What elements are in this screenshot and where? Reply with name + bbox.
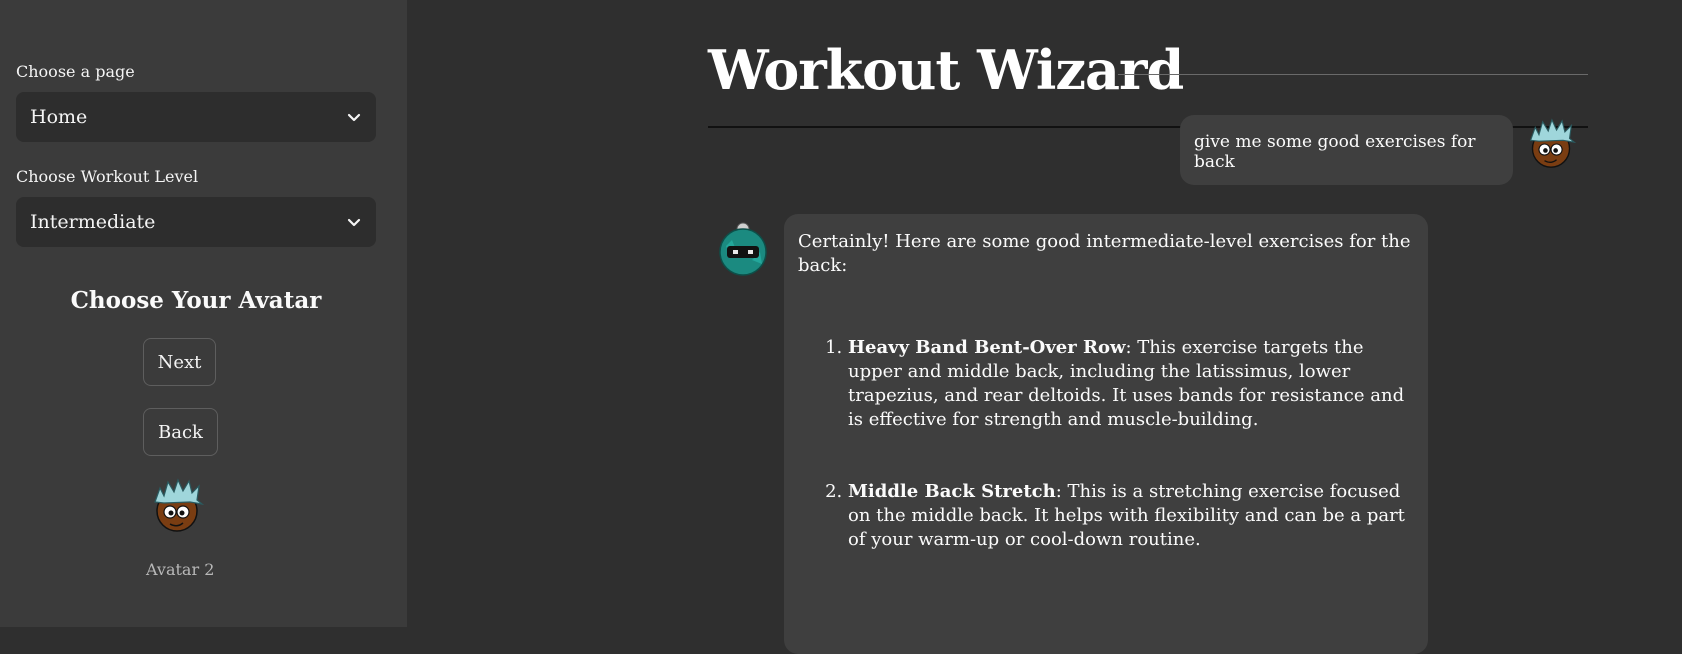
exercise-body: Heavy Band Bent-Over Row: This exercise …: [848, 336, 1414, 432]
chevron-down-icon: [347, 218, 361, 227]
list-item: Heavy Band Bent-Over Row: This exercise …: [848, 336, 1414, 432]
level-select-value: Intermediate: [30, 211, 156, 233]
bot-avatar-icon: [719, 222, 767, 276]
page-title: Workout Wizard: [708, 38, 1184, 102]
user-avatar-icon: [1529, 118, 1576, 168]
page-select-value: Home: [30, 106, 88, 128]
exercise-name: Middle Back Stretch: [848, 481, 1056, 502]
back-avatar-button[interactable]: Back: [143, 408, 218, 456]
level-select[interactable]: Intermediate: [16, 197, 376, 247]
list-item: Middle Back Stretch: This is a stretchin…: [848, 480, 1414, 552]
page-select-label: Choose a page: [16, 62, 135, 81]
title-rule: [1118, 74, 1588, 75]
exercise-name: Heavy Band Bent-Over Row: [848, 337, 1126, 358]
avatar-caption: Avatar 2: [146, 560, 215, 579]
sidebar: Choose a page Home Choose Workout Level …: [0, 0, 407, 627]
next-avatar-button[interactable]: Next: [143, 338, 216, 386]
avatar-preview-icon: [154, 478, 204, 532]
chevron-down-icon: [347, 113, 361, 122]
bot-message-bubble: Certainly! Here are some good intermedia…: [784, 214, 1428, 654]
user-message-text: give me some good exercises for back: [1194, 132, 1476, 172]
avatar-heading: Choose Your Avatar: [70, 287, 322, 314]
page-select[interactable]: Home: [16, 92, 376, 142]
bot-intro-text: Certainly! Here are some good intermedia…: [798, 231, 1411, 276]
exercise-body: Middle Back Stretch: This is a stretchin…: [848, 480, 1414, 552]
level-select-label: Choose Workout Level: [16, 167, 199, 186]
user-message-bubble: give me some good exercises for back: [1180, 115, 1513, 185]
exercise-list: Heavy Band Bent-Over Row: This exercise …: [798, 336, 1414, 552]
